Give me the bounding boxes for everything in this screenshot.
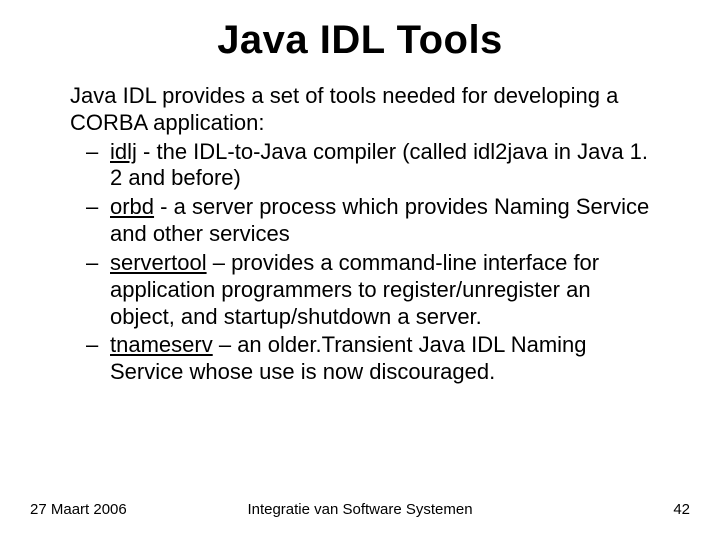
intro-text: Java IDL provides a set of tools needed … [70, 83, 660, 137]
separator: - [137, 139, 157, 164]
list-item: servertool – provides a command-line int… [110, 250, 660, 330]
list-item: orbd - a server process which provides N… [110, 194, 660, 248]
separator: – [207, 250, 231, 275]
separator: – [213, 332, 237, 357]
tool-desc: the IDL-to-Java compiler (called idl2jav… [110, 139, 648, 191]
tool-name: idlj [110, 139, 137, 164]
tool-name: tnameserv [110, 332, 213, 357]
tool-desc: a server process which provides Naming S… [110, 194, 649, 246]
footer-title: Integratie van Software Systemen [0, 501, 720, 518]
page-number: 42 [673, 501, 690, 518]
slide-body: Java IDL provides a set of tools needed … [0, 83, 720, 386]
list-item: tnameserv – an older.Transient Java IDL … [110, 332, 660, 386]
slide-title: Java IDL Tools [0, 0, 720, 83]
bullet-list: idlj - the IDL-to-Java compiler (called … [70, 139, 660, 386]
list-item: idlj - the IDL-to-Java compiler (called … [110, 139, 660, 193]
tool-name: orbd [110, 194, 154, 219]
slide: Java IDL Tools Java IDL provides a set o… [0, 0, 720, 540]
separator: - [154, 194, 174, 219]
tool-name: servertool [110, 250, 207, 275]
